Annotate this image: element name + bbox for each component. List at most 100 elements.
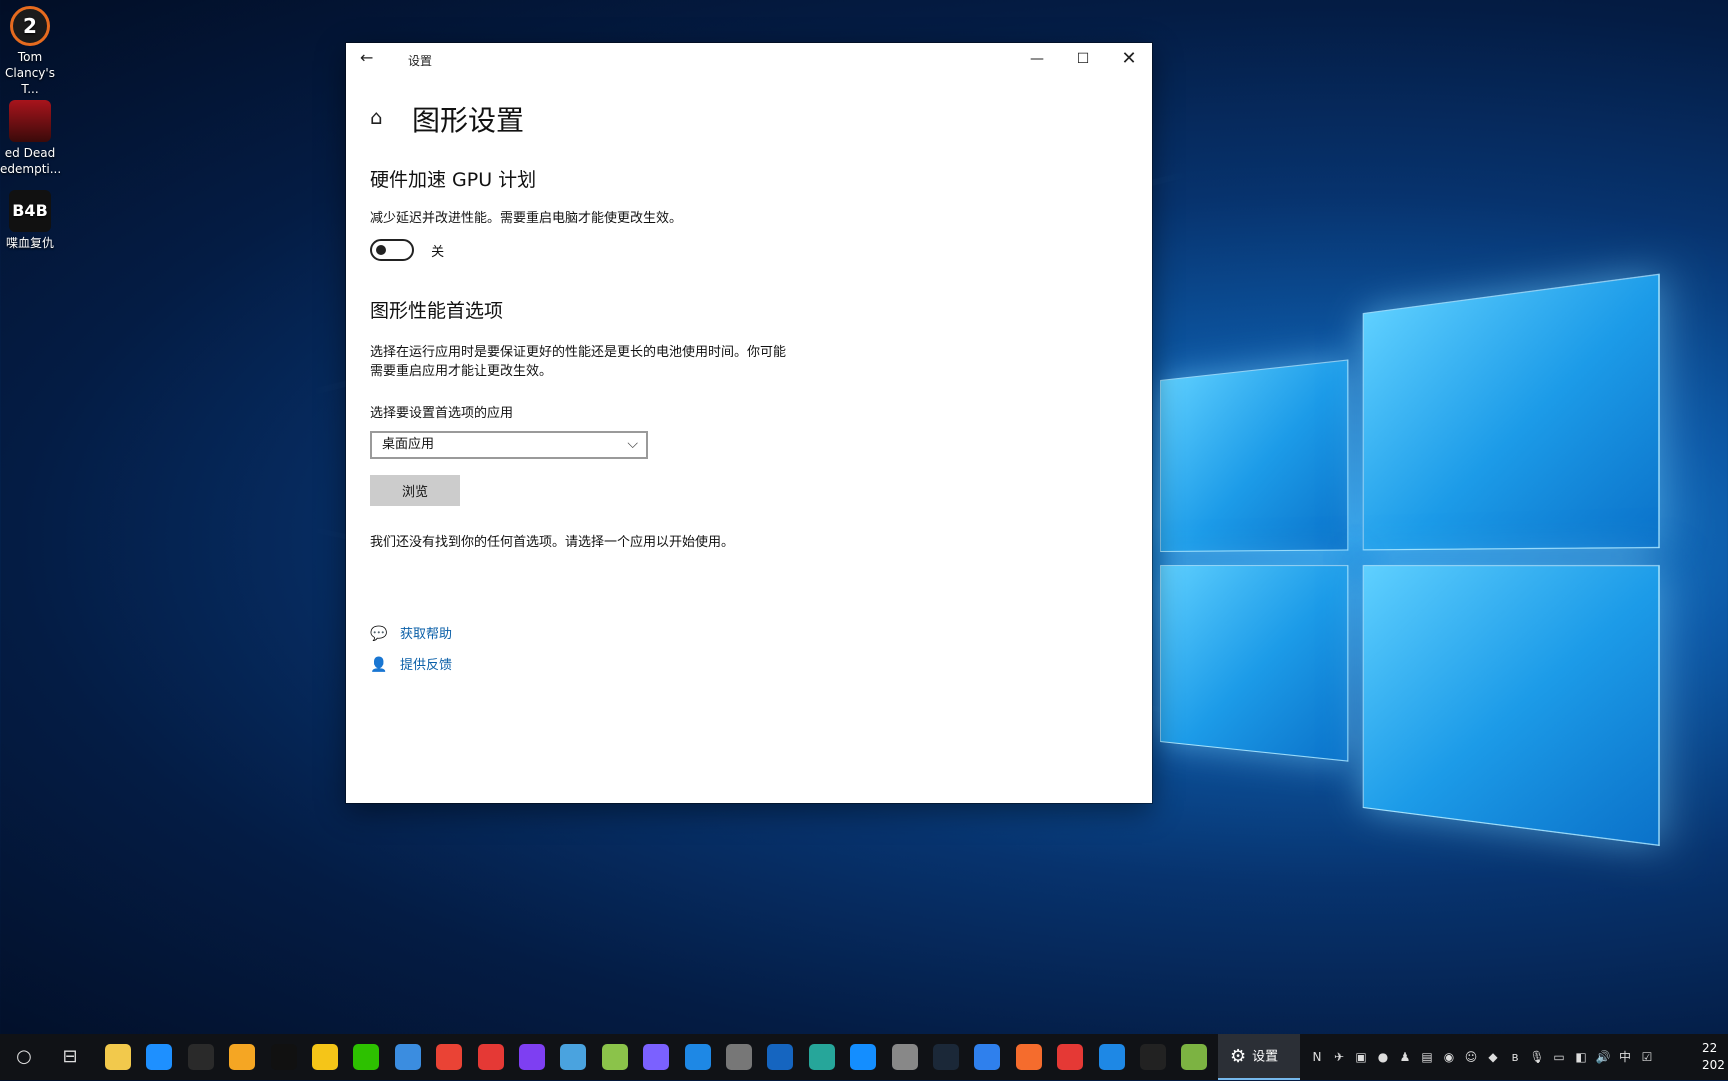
- green-app-icon: [601, 1044, 628, 1070]
- taskbar-app-ring-app[interactable]: [760, 1034, 800, 1080]
- gpu-scheduling-toggle[interactable]: [370, 239, 414, 261]
- title-bar[interactable]: ← 设置 — ☐ ✕: [346, 43, 1152, 75]
- taskbar-app-shield[interactable]: [222, 1034, 262, 1080]
- select-app-label: 选择要设置首选项的应用: [370, 406, 514, 421]
- taskbar-app-blue-bird[interactable]: [553, 1034, 593, 1080]
- taskbar-app-edge-legacy[interactable]: [139, 1034, 179, 1080]
- taskbar-app-wechat[interactable]: [346, 1034, 386, 1080]
- minimize-button[interactable]: —: [1014, 43, 1060, 75]
- tray-icon-12[interactable]: ◧: [1570, 1034, 1592, 1080]
- taskbar-app-qq[interactable]: [264, 1034, 304, 1080]
- taskbar-app-steelseries[interactable]: [885, 1034, 925, 1080]
- gpu-section-heading: 硬件加速 GPU 计划: [370, 169, 537, 191]
- feedback-person-icon: 👤: [370, 657, 388, 673]
- windows-logo-wallpaper: [1160, 271, 1679, 859]
- desktop-icon-back4blood[interactable]: B4B 喋血复仇: [0, 190, 60, 251]
- tray-icon-13[interactable]: 🔊: [1592, 1034, 1614, 1080]
- taskbar-app-w-app[interactable]: [636, 1034, 676, 1080]
- taskbar-app-green-app[interactable]: [595, 1034, 635, 1080]
- taskbar-app-label: 设置: [1252, 1049, 1279, 1065]
- maximize-button[interactable]: ☐: [1060, 43, 1106, 75]
- clock-date: 202: [1702, 1058, 1725, 1072]
- page-title: 图形设置: [412, 104, 525, 137]
- search-icon[interactable]: ○: [4, 1034, 44, 1080]
- tray-icon-14[interactable]: 中: [1614, 1034, 1636, 1080]
- taskbar-app-calculator[interactable]: [719, 1034, 759, 1080]
- window-title: 设置: [408, 54, 433, 68]
- taskbar-app-bolt-app[interactable]: [678, 1034, 718, 1080]
- gear-icon: ⚙: [1230, 1046, 1247, 1067]
- feedback-link[interactable]: 提供反馈: [400, 658, 452, 673]
- get-help-link-row[interactable]: 💬 获取帮助: [370, 623, 452, 642]
- tray-icon-11[interactable]: ▭: [1548, 1034, 1570, 1080]
- description-line: 选择在运行应用时是要保证更好的性能还是更长的电池使用时间。你可能: [370, 345, 787, 360]
- app-type-select[interactable]: 桌面应用 ⌵: [370, 431, 648, 459]
- home-icon[interactable]: ⌂: [370, 105, 383, 129]
- chevron-down-icon: ⌵: [627, 436, 638, 452]
- purple-ring-icon: [519, 1044, 545, 1070]
- taskbar-app-origin[interactable]: [1009, 1034, 1049, 1080]
- desktop-icon-label: 喋血复仇: [5, 236, 54, 250]
- ring-app-icon: [767, 1044, 794, 1070]
- game-icon: 2: [10, 6, 50, 46]
- desktop-icon-tom-clancy[interactable]: 2 Tom Clancy's T...: [0, 6, 60, 97]
- taskbar-app-steam[interactable]: [926, 1034, 966, 1080]
- system-tray: N ✈ ▣ ● ♟ ▤ ◉ ☺ ◆ ʙ 🎙 ▭ ◧ 🔊 中 ☑: [1306, 1034, 1658, 1080]
- uplay-icon: [974, 1044, 1001, 1070]
- taskbar-app-purple-ring[interactable]: [512, 1034, 552, 1080]
- taskbar-settings-app[interactable]: ⚙ 设置: [1218, 1034, 1300, 1080]
- back-arrow-icon[interactable]: ←: [360, 48, 380, 68]
- tray-icon-15[interactable]: ☑: [1636, 1034, 1658, 1080]
- taskbar-app-record[interactable]: [1050, 1034, 1090, 1080]
- battlenet-icon: [850, 1044, 877, 1070]
- steelseries-icon: [891, 1044, 918, 1070]
- taskbar-app-ship-app[interactable]: [802, 1034, 842, 1080]
- toggle-state-label: 关: [431, 244, 445, 260]
- game-icon: [9, 100, 51, 142]
- taskbar-app-game-app[interactable]: [305, 1034, 345, 1080]
- tray-icon-6[interactable]: ◉: [1438, 1034, 1460, 1080]
- taskbar-app-battlenet[interactable]: [843, 1034, 883, 1080]
- taskbar-app-chat-app[interactable]: [388, 1034, 428, 1080]
- tray-icon-7[interactable]: ☺: [1460, 1034, 1482, 1080]
- taskbar-app-red-app[interactable]: [471, 1034, 511, 1080]
- desktop-icon-red-dead[interactable]: ed Dead edempti...: [0, 100, 62, 177]
- bolt-app-icon: [684, 1044, 711, 1070]
- qq-icon: [270, 1044, 297, 1070]
- chrome-icon: [436, 1044, 463, 1070]
- toggle-knob: [376, 245, 386, 255]
- tray-icon-3[interactable]: ●: [1372, 1034, 1394, 1080]
- game-icon: B4B: [9, 190, 51, 232]
- taskbar-app-kugou[interactable]: [1092, 1034, 1132, 1080]
- steam-icon: [933, 1044, 959, 1070]
- tray-icon-8[interactable]: ◆: [1482, 1034, 1504, 1080]
- taskbar-app-rockstar[interactable]: [1133, 1034, 1173, 1080]
- ship-app-icon: [808, 1044, 835, 1070]
- calculator-icon: [726, 1044, 752, 1070]
- taskbar-app-file-explorer[interactable]: [98, 1034, 138, 1080]
- close-button[interactable]: ✕: [1106, 43, 1152, 75]
- tray-icon-0[interactable]: N: [1306, 1034, 1328, 1080]
- help-chat-icon: 💬: [370, 626, 388, 642]
- taskbar-app-xbox-app[interactable]: [1174, 1034, 1214, 1080]
- taskbar-app-uplay[interactable]: [967, 1034, 1007, 1080]
- taskbar-app-chrome[interactable]: [429, 1034, 469, 1080]
- tray-icon-9[interactable]: ʙ: [1504, 1034, 1526, 1080]
- xbox-app-icon: [1181, 1044, 1208, 1070]
- game-app-icon: [312, 1044, 338, 1070]
- tray-icon-1[interactable]: ✈: [1328, 1034, 1350, 1080]
- perf-section-heading: 图形性能首选项: [370, 300, 504, 322]
- tray-icon-10[interactable]: 🎙: [1526, 1034, 1548, 1080]
- feedback-link-row[interactable]: 👤 提供反馈: [370, 654, 452, 673]
- desktop-icon-label: ed Dead edempti...: [0, 146, 62, 176]
- get-help-link[interactable]: 获取帮助: [400, 627, 452, 642]
- taskbar-app-epic-games[interactable]: [181, 1034, 221, 1080]
- task-view-icon[interactable]: ⊟: [50, 1034, 90, 1080]
- file-explorer-icon: [105, 1044, 131, 1070]
- clock[interactable]: 22 202: [1702, 1040, 1728, 1074]
- tray-icon-5[interactable]: ▤: [1416, 1034, 1438, 1080]
- browse-button[interactable]: 浏览: [370, 475, 460, 506]
- tray-icon-2[interactable]: ▣: [1350, 1034, 1372, 1080]
- tray-icon-4[interactable]: ♟: [1394, 1034, 1416, 1080]
- epic-games-icon: [187, 1044, 214, 1070]
